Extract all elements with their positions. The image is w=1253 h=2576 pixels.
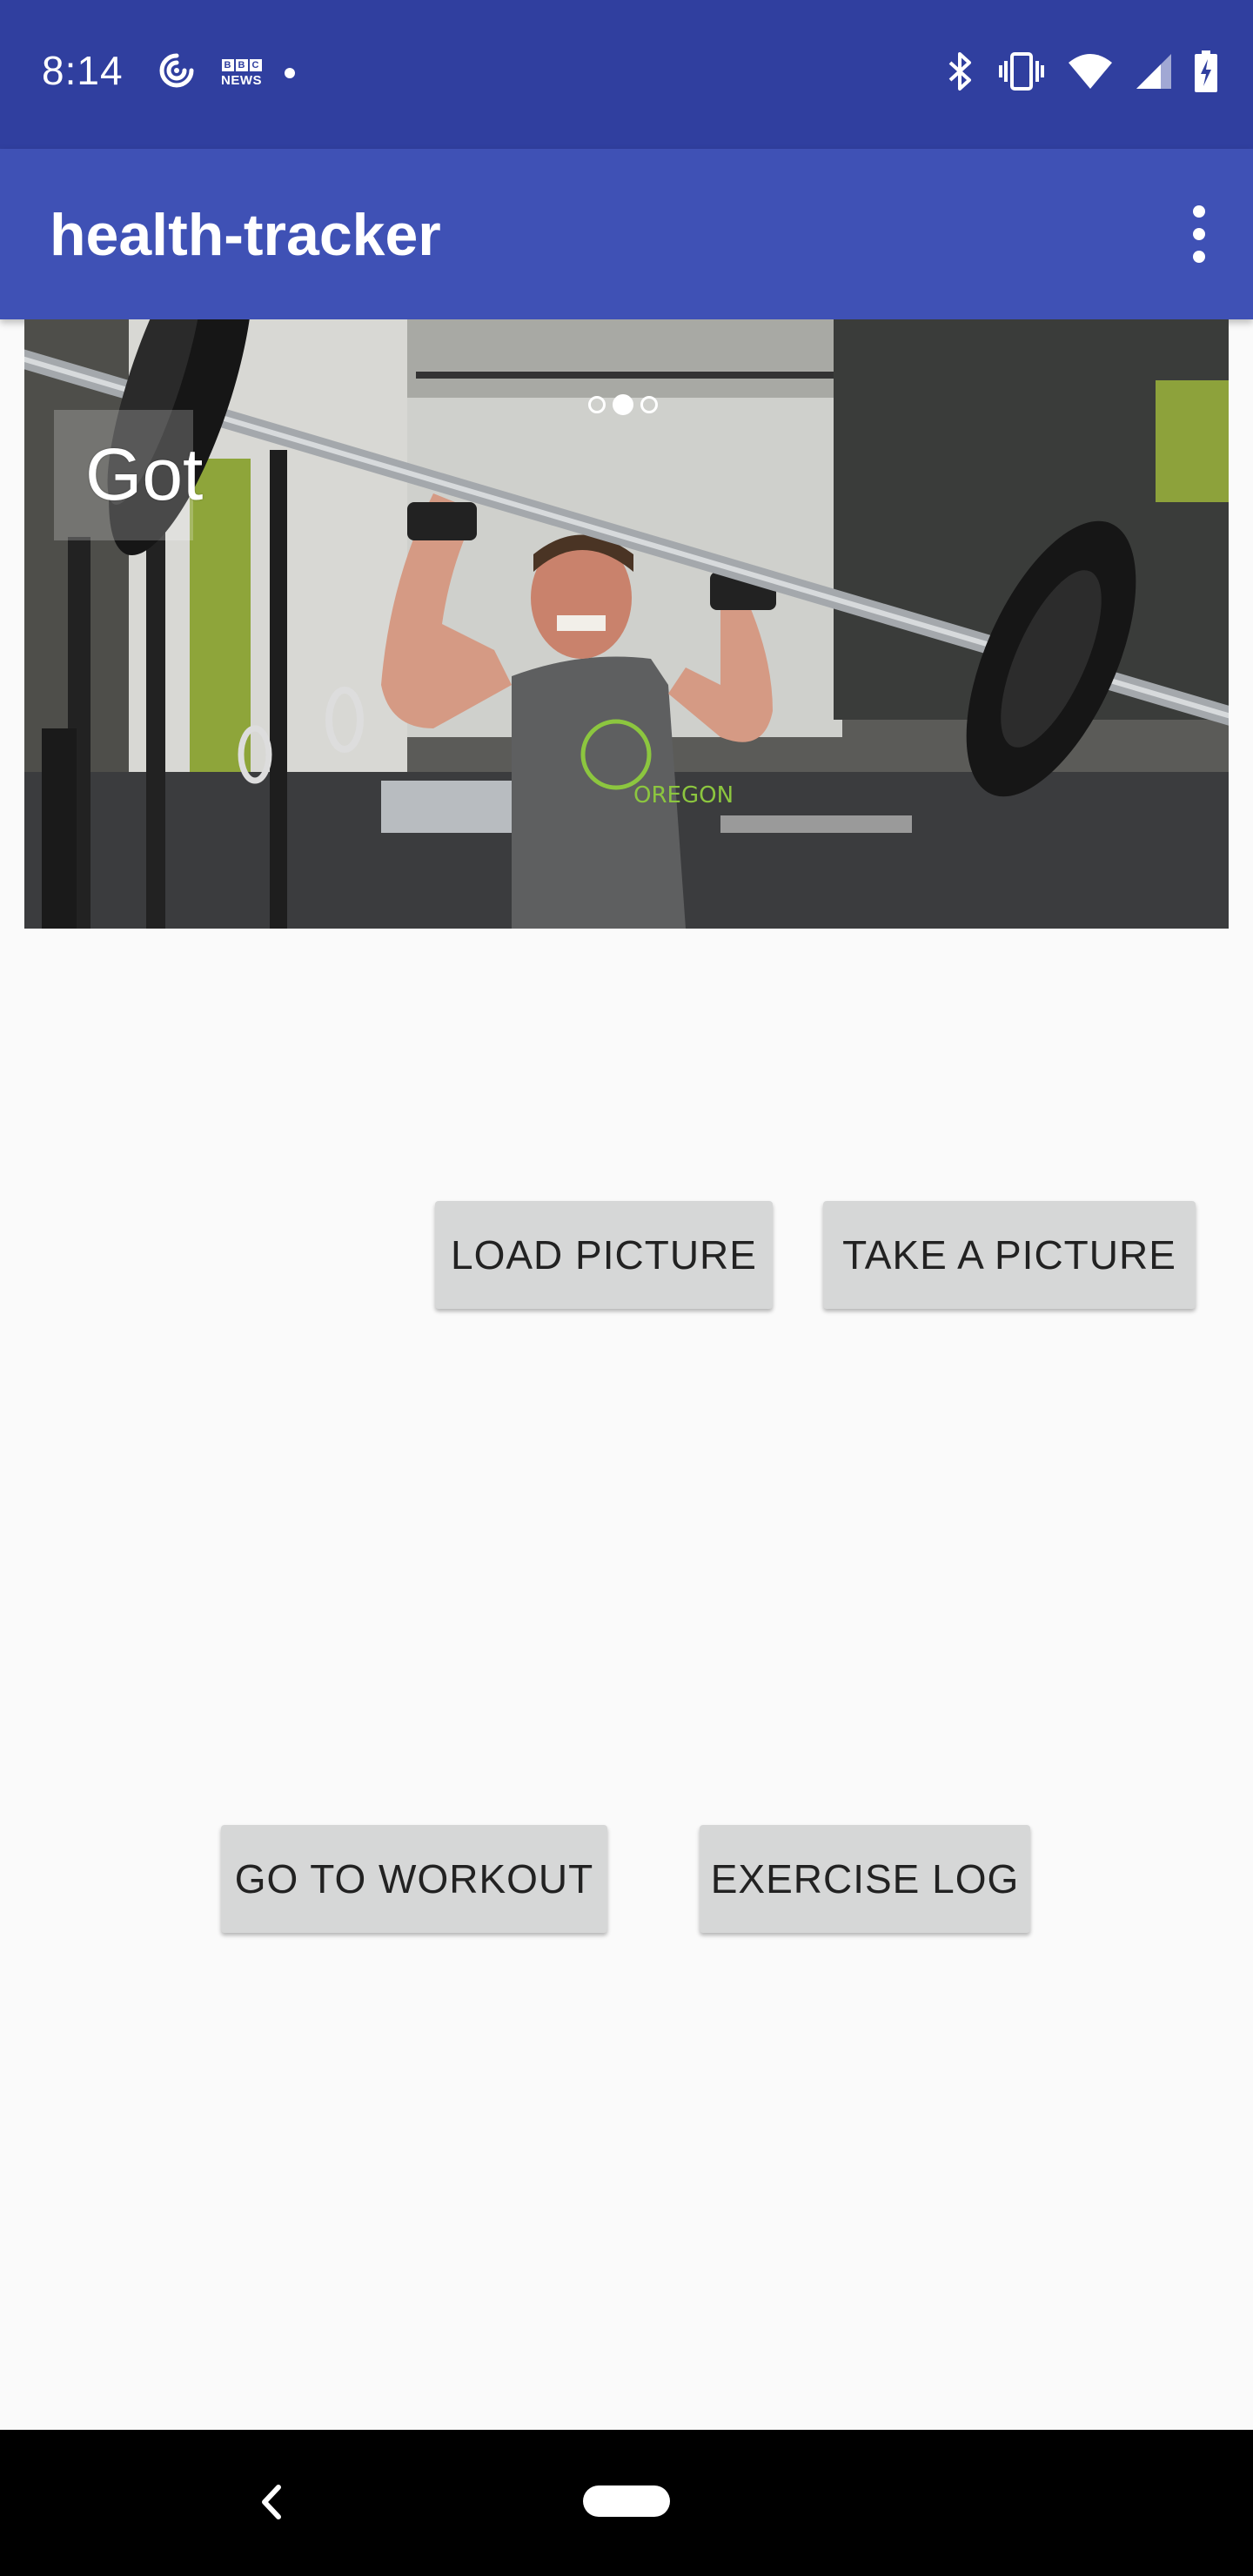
load-picture-button[interactable]: LOAD PICTURE: [435, 1201, 773, 1309]
cell-signal-icon: [1135, 52, 1173, 95]
back-chevron-icon[interactable]: [254, 2480, 289, 2528]
vibrate-icon: [997, 50, 1046, 97]
wifi-icon: [1067, 52, 1114, 95]
carousel-indicator-1[interactable]: [588, 396, 606, 413]
app-title: health-tracker: [50, 202, 441, 268]
exercise-log-button[interactable]: EXERCISE LOG: [700, 1825, 1030, 1933]
podcast-icon: [155, 49, 198, 97]
take-picture-button[interactable]: TAKE A PICTURE: [823, 1201, 1196, 1309]
status-right-icons: [945, 50, 1218, 97]
bluetooth-icon: [945, 50, 976, 97]
go-to-workout-button[interactable]: GO TO WORKOUT: [221, 1825, 607, 1933]
home-pill-icon[interactable]: [583, 2485, 670, 2517]
app-bar: health-tracker: [0, 149, 1253, 319]
status-time: 8:14: [42, 48, 124, 93]
carousel-indicator-3[interactable]: [640, 396, 658, 413]
battery-charging-icon: [1194, 50, 1218, 97]
carousel-indicator-2[interactable]: [613, 394, 633, 415]
svg-text:OREGON: OREGON: [633, 782, 734, 808]
notification-dot-icon: [285, 67, 295, 78]
image-carousel[interactable]: OREGON Got: [24, 319, 1229, 929]
navigation-bar: [0, 2430, 1253, 2576]
carousel-indicators[interactable]: [588, 394, 658, 415]
status-left-icons: BBC NEWS: [155, 49, 295, 97]
carousel-caption: Got: [85, 433, 204, 515]
more-vert-icon[interactable]: [1164, 191, 1234, 278]
status-bar: 8:14 BBC NEWS: [0, 0, 1253, 149]
bbc-news-icon: BBC NEWS: [221, 58, 262, 88]
